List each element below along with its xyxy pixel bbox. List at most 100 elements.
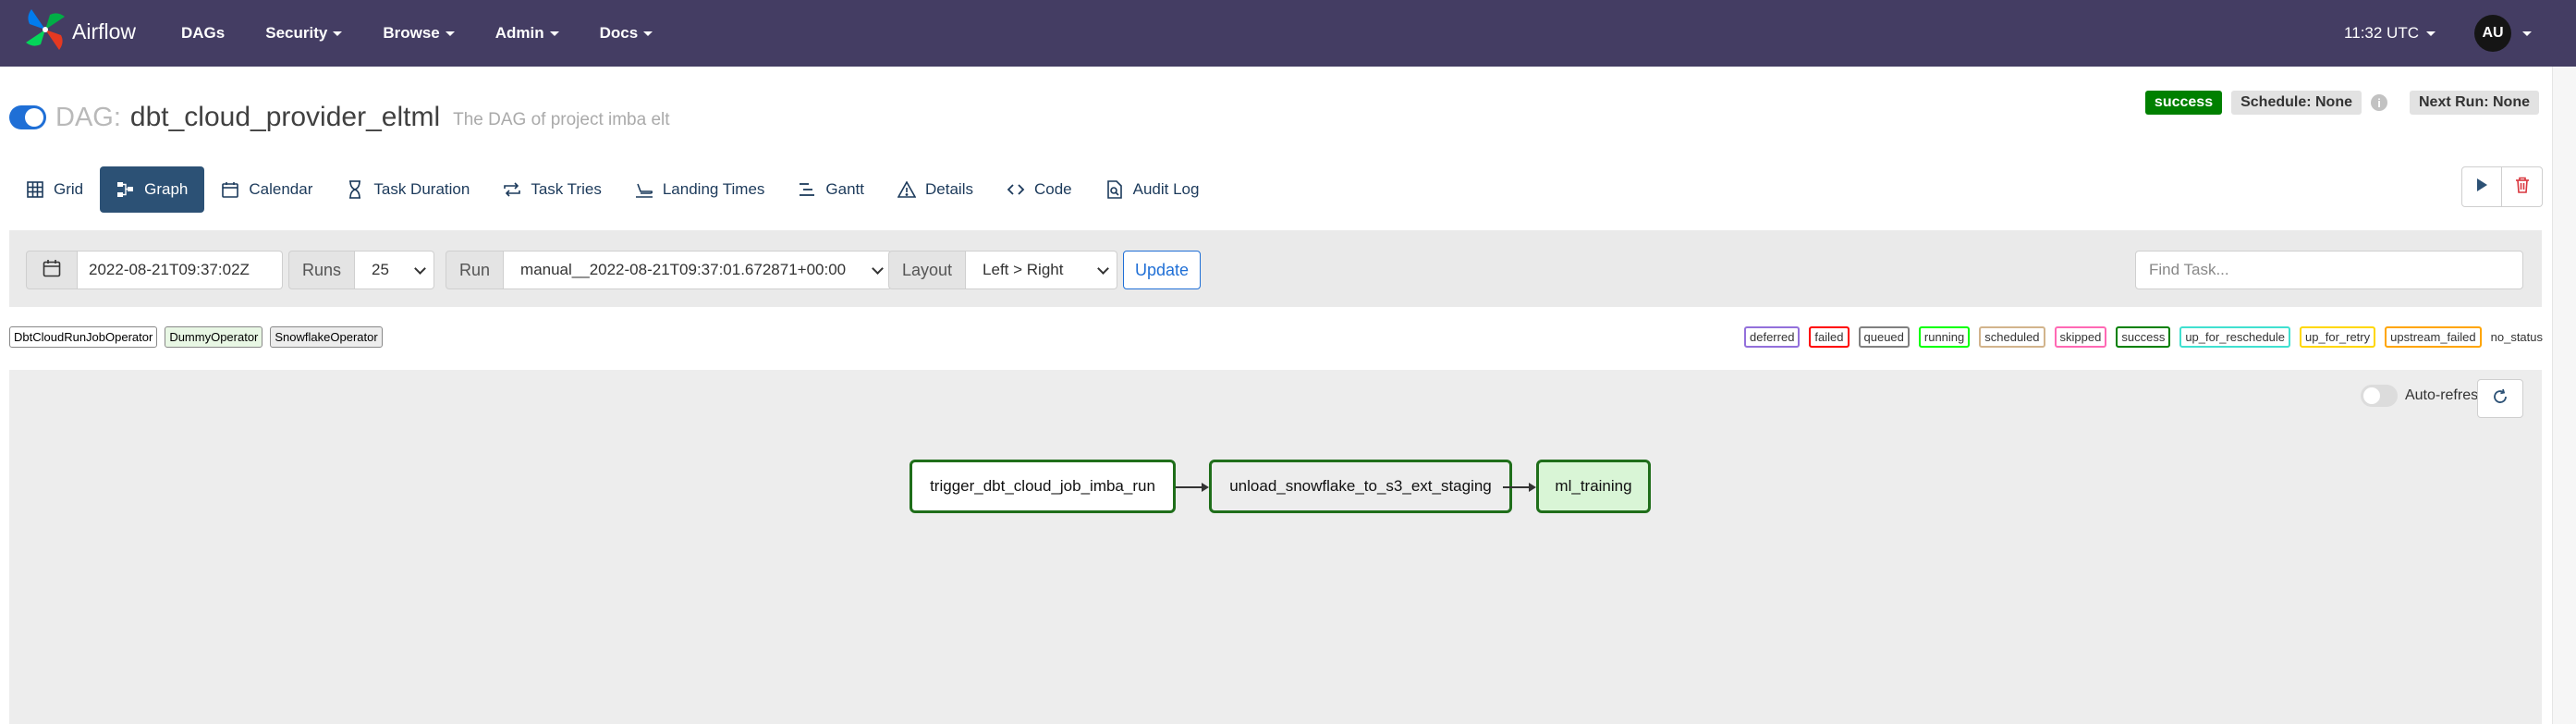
user-menu-caret-icon[interactable] (2522, 31, 2532, 36)
tab-gantt[interactable]: Gantt (781, 166, 881, 213)
tab-landing-times-label: Landing Times (662, 180, 765, 198)
caret-down-icon (2426, 31, 2436, 36)
operator-legend-item: SnowflakeOperator (270, 326, 383, 348)
find-task-input[interactable]: Find Task... (2135, 251, 2523, 289)
retry-icon (503, 180, 521, 199)
nav-browse[interactable]: Browse (383, 24, 455, 43)
page-scrollbar[interactable] (2552, 67, 2576, 724)
clock-dropdown[interactable]: 11:32 UTC (2344, 24, 2436, 43)
base-date-input[interactable]: 2022-08-21T09:37:02Z (78, 251, 283, 289)
state-legend: deferred failed queued running scheduled… (1744, 326, 2543, 348)
tab-calendar[interactable]: Calendar (204, 166, 329, 213)
tab-grid-label: Grid (54, 180, 84, 198)
nav-browse-label: Browse (383, 24, 440, 42)
nav-dags[interactable]: DAGs (181, 24, 225, 43)
state-legend-queued[interactable]: queued (1858, 326, 1910, 348)
date-picker-button[interactable] (26, 251, 78, 289)
landing-icon (635, 180, 653, 199)
state-legend-up-for-reschedule[interactable]: up_for_reschedule (2179, 326, 2291, 348)
tab-code-label: Code (1033, 180, 1072, 198)
calendar-icon (43, 259, 61, 282)
tab-landing-times[interactable]: Landing Times (618, 166, 782, 213)
nav-admin-label: Admin (494, 24, 544, 42)
delete-dag-button[interactable] (2502, 166, 2543, 207)
calendar-icon (221, 180, 239, 199)
state-legend-running[interactable]: running (1918, 326, 1971, 348)
details-icon (897, 180, 917, 199)
user-avatar[interactable]: AU (2474, 15, 2511, 52)
trigger-dag-button[interactable] (2461, 166, 2502, 207)
nav-security-label: Security (265, 24, 328, 42)
refresh-icon (2492, 388, 2509, 410)
graph-canvas[interactable]: Auto-refresh trigger_dbt_cloud_job_imba_… (9, 370, 2542, 724)
tab-details-label: Details (925, 180, 973, 198)
update-button[interactable]: Update (1123, 251, 1202, 289)
runs-select-value: 25 (372, 261, 389, 278)
user-initials: AU (2482, 25, 2504, 41)
dag-id-title[interactable]: dbt_cloud_provider_eltml (130, 102, 440, 133)
chevron-down-icon (872, 262, 884, 275)
nav-security[interactable]: Security (265, 24, 343, 43)
state-legend-skipped[interactable]: skipped (2054, 326, 2107, 348)
state-legend-deferred[interactable]: deferred (1744, 326, 1801, 348)
state-legend-success[interactable]: success (2116, 326, 2171, 348)
dag-label: DAG: (55, 102, 121, 132)
operator-legend-item: DbtCloudRunJobOperator (9, 326, 158, 348)
state-legend-failed[interactable]: failed (1809, 326, 1850, 348)
play-icon (2475, 178, 2488, 197)
brand-name: Airflow (72, 19, 137, 43)
graph-filter-bar: 2022-08-21T09:37:02Z Runs 25 Run manual_… (9, 230, 2542, 307)
brand-link[interactable]: Airflow (24, 7, 136, 56)
tab-audit-log[interactable]: Audit Log (1089, 166, 1216, 213)
state-legend-no-status[interactable]: no_status (2490, 328, 2543, 346)
caret-down-icon (549, 31, 559, 36)
hourglass-icon (346, 180, 364, 199)
state-legend-scheduled[interactable]: scheduled (1979, 326, 2045, 348)
tab-gantt-label: Gantt (825, 180, 865, 198)
audit-log-icon (1105, 180, 1124, 199)
nav-admin[interactable]: Admin (495, 24, 559, 43)
airflow-logo-icon (24, 7, 67, 56)
tab-graph[interactable]: Graph (100, 166, 205, 213)
auto-refresh-control[interactable]: Auto-refresh (2360, 385, 2486, 407)
run-label: Run (446, 251, 505, 289)
schedule-badge: Schedule: None (2231, 91, 2362, 115)
tab-code[interactable]: Code (990, 166, 1089, 213)
nav-docs[interactable]: Docs (600, 24, 653, 43)
task-node-ml-training[interactable]: ml_training (1536, 460, 1651, 513)
state-legend-upstream-failed[interactable]: upstream_failed (2385, 326, 2482, 348)
tab-graph-label: Graph (144, 180, 189, 198)
refresh-button[interactable] (2477, 379, 2523, 418)
runs-select[interactable]: 25 (355, 251, 435, 289)
run-select[interactable]: manual__2022-08-21T09:37:01.672871+00:00 (504, 251, 893, 289)
tab-task-duration-label: Task Duration (373, 180, 470, 198)
auto-refresh-label: Auto-refresh (2404, 387, 2486, 403)
caret-down-icon (643, 31, 653, 36)
code-icon (1007, 180, 1025, 199)
tab-details[interactable]: Details (881, 166, 990, 213)
tab-grid[interactable]: Grid (17, 166, 100, 213)
auto-refresh-toggle[interactable] (2360, 385, 2398, 407)
task-node-label: ml_training (1555, 477, 1632, 495)
graph-icon (116, 180, 135, 199)
arrowhead-icon (1202, 483, 1209, 492)
tab-audit-log-label: Audit Log (1132, 180, 1200, 198)
tab-task-tries[interactable]: Task Tries (486, 166, 618, 213)
layout-select-value: Left > Right (983, 261, 1064, 278)
run-select-value: manual__2022-08-21T09:37:01.672871+00:00 (520, 261, 847, 278)
state-legend-up-for-retry[interactable]: up_for_retry (2300, 326, 2376, 348)
caret-down-icon (333, 31, 343, 36)
nav-docs-label: Docs (599, 24, 639, 42)
tab-task-duration[interactable]: Task Duration (329, 166, 486, 213)
task-node-trigger-dbt-cloud-job[interactable]: trigger_dbt_cloud_job_imba_run (910, 460, 1176, 513)
operator-legend: DbtCloudRunJobOperator DummyOperator Sno… (9, 326, 383, 348)
trash-icon (2515, 177, 2530, 198)
clock-time: 11:32 UTC (2344, 24, 2419, 42)
task-node-unload-snowflake[interactable]: unload_snowflake_to_s3_ext_staging (1209, 460, 1512, 513)
nav-dags-label: DAGs (181, 24, 226, 42)
top-navbar: Airflow DAGs Security Browse Admin Docs … (0, 0, 2576, 67)
info-icon[interactable]: i (2371, 94, 2387, 111)
gantt-icon (798, 180, 816, 199)
dag-pause-toggle[interactable] (9, 105, 46, 129)
layout-select[interactable]: Left > Right (966, 251, 1118, 289)
